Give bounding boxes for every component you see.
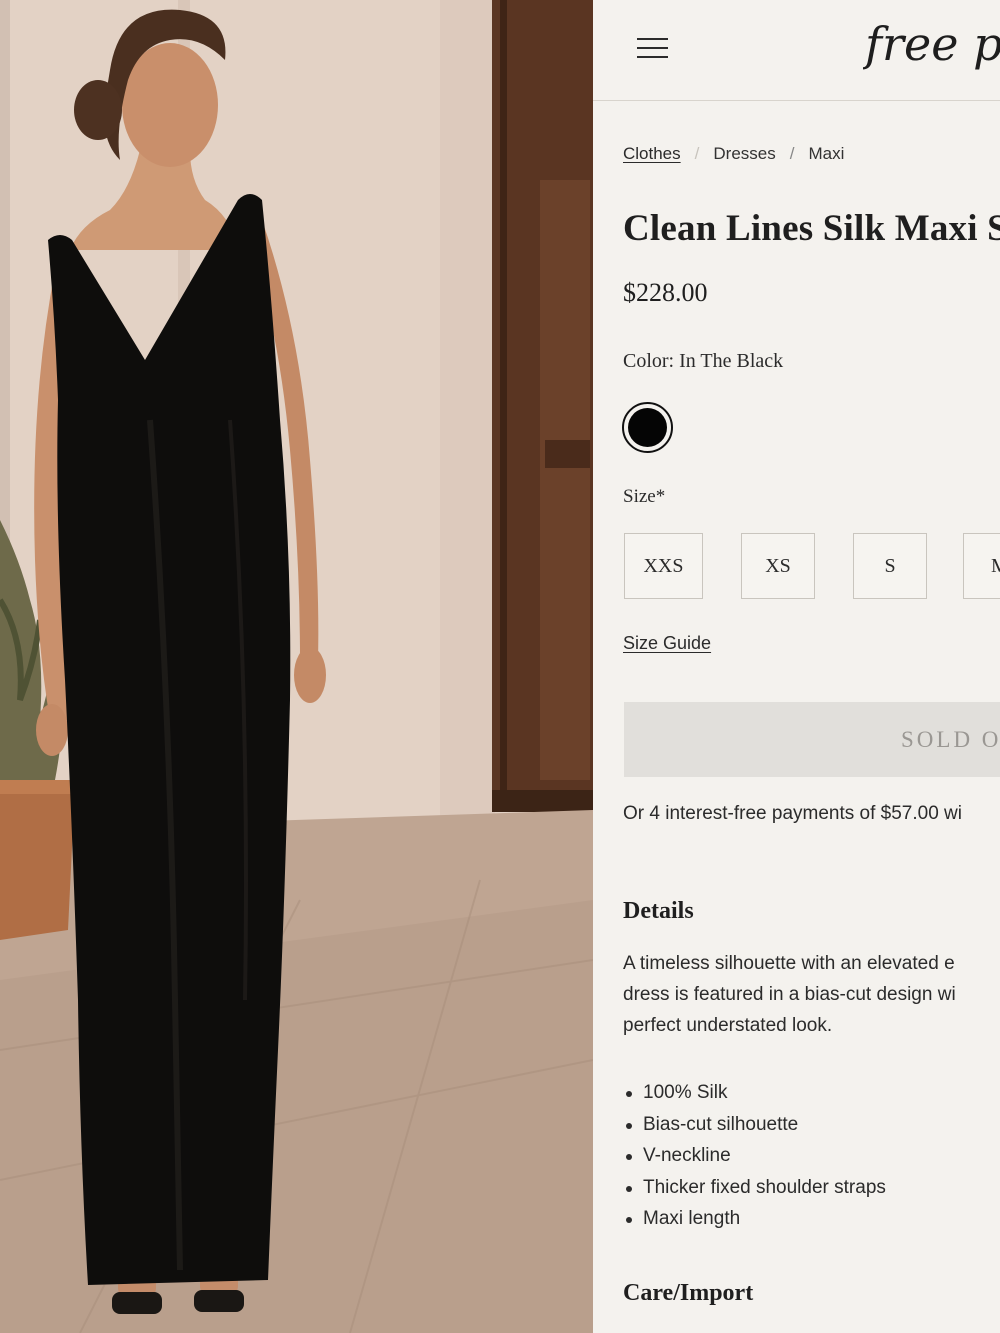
size-guide-link[interactable]: Size Guide (623, 633, 711, 654)
details-line: dress is featured in a bias-cut design w… (623, 984, 956, 1005)
details-line: A timeless silhouette with an elevated e (623, 953, 955, 974)
product-details-panel: free p Clothes / Dresses / Maxi Clean Li… (593, 0, 1000, 1333)
breadcrumb-clothes[interactable]: Clothes (623, 144, 681, 164)
breadcrumb-separator: / (694, 144, 700, 163)
sold-out-button[interactable]: SOLD O (624, 702, 1000, 777)
breadcrumb-separator: / (789, 144, 795, 163)
feature-item: Thicker fixed shoulder straps (623, 1172, 886, 1204)
size-button-xs[interactable]: XS (741, 533, 815, 599)
details-features-list: 100% Silk Bias-cut silhouette V-neckline… (623, 1077, 886, 1235)
color-label: Color: (623, 350, 675, 372)
size-button-s[interactable]: S (853, 533, 927, 599)
size-button-xxs[interactable]: XXS (624, 533, 703, 599)
breadcrumb-maxi[interactable]: Maxi (808, 144, 844, 164)
feature-item: Maxi length (623, 1203, 886, 1235)
product-image[interactable] (0, 0, 593, 1333)
brand-logo[interactable]: free p (863, 8, 1000, 94)
details-description: A timeless silhouette with an elevated e… (623, 948, 1000, 1041)
site-header: free p (593, 0, 1000, 101)
product-photo-illustration (0, 0, 593, 1333)
installment-payments-text: Or 4 interest-free payments of $57.00 wi (623, 803, 962, 824)
feature-item: Bias-cut silhouette (623, 1109, 886, 1141)
swatch-fill (628, 408, 667, 447)
color-swatch-black[interactable] (622, 402, 673, 453)
product-title: Clean Lines Silk Maxi Sl (623, 208, 1000, 249)
details-heading: Details (623, 898, 694, 924)
feature-item: 100% Silk (623, 1077, 886, 1109)
breadcrumb-dresses[interactable]: Dresses (713, 144, 775, 164)
color-value: In The Black (679, 350, 784, 372)
size-label: Size* (623, 486, 666, 507)
hamburger-menu-icon[interactable] (637, 36, 668, 60)
breadcrumb: Clothes / Dresses / Maxi (623, 144, 844, 164)
details-line: perfect understated look. (623, 1015, 833, 1036)
feature-item: V-neckline (623, 1140, 886, 1172)
care-import-heading[interactable]: Care/Import (623, 1280, 753, 1307)
svg-text:free p: free p (863, 17, 1000, 71)
size-button-m[interactable]: M (963, 533, 1000, 599)
product-price: $228.00 (623, 278, 708, 307)
color-selection-label: Color: In The Black (623, 350, 783, 373)
